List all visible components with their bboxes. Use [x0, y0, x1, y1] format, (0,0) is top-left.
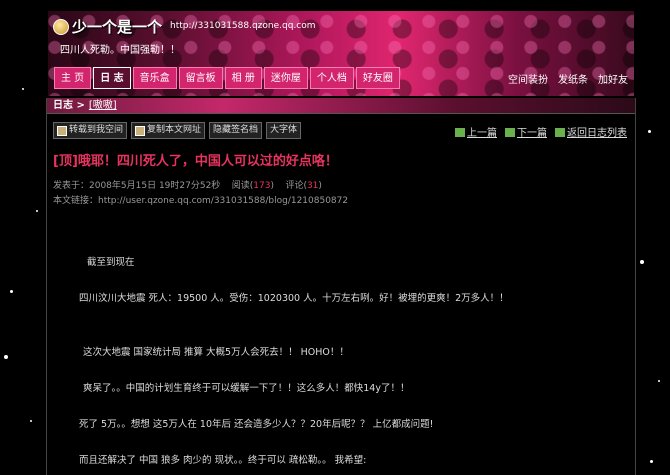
copy-url-label: 复制本文网址	[147, 125, 202, 135]
tab-home[interactable]: 主 页	[54, 67, 92, 89]
copy-url-button[interactable]: 复制本文网址	[131, 122, 206, 139]
add-friend-link[interactable]: 加好友	[598, 71, 628, 86]
send-note-link[interactable]: 发纸条	[558, 71, 588, 86]
post-paragraph: 这次大地震 国家统计局 推算 大概5万人会死去！！ HOHO！！	[83, 347, 349, 358]
post-paragraph: 四川汶川大地震 死人：19500 人。受伤：1020300 人。十万左右咧。好！…	[79, 293, 509, 304]
star-decoration	[640, 260, 644, 264]
star-decoration	[30, 420, 32, 422]
tab-music[interactable]: 音乐盒	[132, 67, 177, 89]
site-url[interactable]: http://331031588.qzone.qq.com	[170, 21, 316, 31]
star-decoration	[22, 88, 24, 90]
tab-photos[interactable]: 相 册	[224, 67, 262, 89]
read-count: 173	[253, 181, 271, 191]
post-link: 本文链接：http://user.qzone.qq.com/331031588/…	[53, 196, 349, 206]
header-right-links: 空间装扮 发纸条 加好友	[508, 71, 628, 86]
hide-signature-button[interactable]: 隐藏签名档	[209, 122, 263, 139]
star-decoration	[36, 210, 38, 212]
post-navigation: 上一篇 下一篇 返回日志列表	[455, 124, 627, 139]
tab-guestbook[interactable]: 留言板	[178, 67, 223, 89]
tab-profile[interactable]: 个人档	[309, 67, 354, 89]
post-title: [顶]哦耶！四川死人了，中国人可以过的好点咯！	[53, 154, 338, 169]
repost-icon	[57, 125, 67, 136]
breadcrumb: 日志 > [嗷嗷]	[47, 98, 635, 114]
large-font-button[interactable]: 大字体	[266, 122, 302, 139]
post-paragraph: 截至到现在	[87, 257, 135, 268]
post-toolbar: 转载到我空间 复制本文网址 隐藏签名档 大字体	[53, 122, 302, 139]
star-decoration	[648, 130, 651, 133]
star-decoration	[10, 290, 13, 293]
avatar-icon	[53, 19, 69, 35]
post-paragraph: 爽呆了。。中国的计划生育终于可以缓解一下了！！这么多人！都快14y了！！	[83, 383, 410, 394]
post-paragraph: 而且还解决了 中国 狼多 肉少的 现状。。终于可以 疏松勒。。 我希望:	[79, 455, 367, 466]
breadcrumb-section[interactable]: 日志 >	[53, 100, 85, 111]
arrow-up-icon	[455, 128, 465, 137]
repost-label: 转载到我空间	[69, 125, 124, 135]
blog-header: 少一个是一个 http://331031588.qzone.qq.com 四川人…	[48, 11, 634, 96]
back-to-list-link[interactable]: 返回日志列表	[555, 124, 627, 139]
comment-count: 31	[306, 181, 319, 191]
main-nav: 主 页 日 志 音乐盒 留言板 相 册 迷你屋 个人档 好友圈	[54, 67, 400, 89]
back-icon	[555, 128, 565, 137]
star-decoration	[650, 460, 653, 463]
large-font-label: 大字体	[270, 125, 298, 135]
breadcrumb-current[interactable]: [嗷嗷]	[89, 100, 117, 111]
post-meta: 发表于：2008年5月15日 19时27分52秒 阅读(173) 评论(31)	[53, 178, 322, 191]
site-motto: 四川人死勒。中国强勒！！	[60, 45, 180, 56]
hide-signature-label: 隐藏签名档	[213, 125, 259, 135]
blog-content: 日志 > [嗷嗷] 转载到我空间 复制本文网址 隐藏签名档 大字体 上一篇 下一篇…	[46, 98, 636, 475]
tab-blog[interactable]: 日 志	[93, 67, 131, 89]
next-post-link[interactable]: 下一篇	[505, 124, 547, 139]
repost-button[interactable]: 转载到我空间	[53, 122, 128, 139]
tab-mini-house[interactable]: 迷你屋	[263, 67, 308, 89]
star-decoration	[4, 355, 8, 359]
star-decoration	[658, 380, 660, 382]
arrow-down-icon	[505, 128, 515, 137]
read-count-label: 阅读(173)	[231, 181, 274, 191]
copy-icon	[135, 125, 146, 136]
post-paragraph: 死了 5万。。想想 这5万人在 10年后 还会造多少人？？20年后呢？？ 上亿都…	[79, 419, 434, 430]
decorate-space-link[interactable]: 空间装扮	[508, 71, 548, 86]
prev-post-link[interactable]: 上一篇	[455, 124, 497, 139]
comment-count-label[interactable]: 评论(31)	[285, 181, 321, 191]
site-title: 少一个是一个	[72, 18, 163, 36]
published-date: 发表于：2008年5月15日 19时27分52秒	[53, 181, 221, 191]
tab-friends[interactable]: 好友圈	[355, 67, 400, 89]
